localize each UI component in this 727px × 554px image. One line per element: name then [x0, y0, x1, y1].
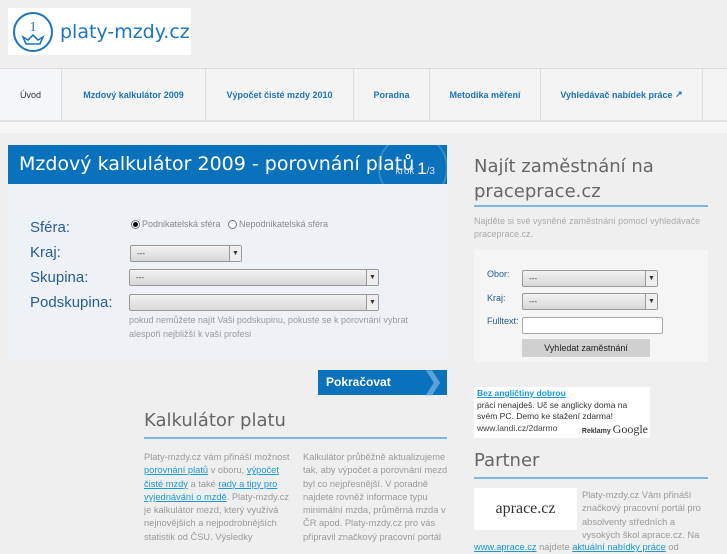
fulltext-label: Fulltext:: [487, 316, 519, 326]
step-total: /3: [426, 166, 435, 177]
chevron-down-icon: ▼: [366, 270, 378, 285]
nav-poradna[interactable]: Poradna: [354, 69, 430, 120]
radio-podnikatelska[interactable]: Podnikatelská sféra: [131, 219, 221, 229]
chevron-down-icon: ▼: [229, 246, 241, 261]
chevron-down-icon: ▼: [366, 295, 378, 310]
continue-label: Pokračovat: [326, 375, 391, 389]
step-word: krok: [395, 166, 415, 177]
fulltext-input[interactable]: [522, 317, 663, 334]
calculator-title: Mzdový kalkulátor 2009 - porovnání platů: [19, 153, 415, 175]
partner-text: Platy-mzdy.cz Vám přináší značkový praco…: [582, 490, 701, 540]
kraj-label: Kraj:: [30, 244, 61, 261]
skupina-value: ---: [136, 273, 144, 282]
google-logo: Google: [612, 421, 648, 436]
job-offers-link[interactable]: aktuální nabídky práce: [572, 542, 666, 552]
kraj-value: ---: [529, 297, 537, 306]
link-porovnani-platu[interactable]: porovnání platů: [144, 465, 208, 475]
text: a také: [187, 478, 219, 489]
aprace-link[interactable]: www.aprace.cz: [474, 542, 537, 552]
podskupina-hint: pokud nemůžete najít Vaši podskupinu, po…: [129, 315, 409, 339]
calculator-header: Mzdový kalkulátor 2009 - porovnání platů…: [8, 145, 447, 184]
chevron-down-icon: ▼: [645, 294, 657, 309]
about-column-1: Platy-mzdy.cz vám přináší možnost porovn…: [144, 451, 294, 544]
radio-checked-icon: [131, 219, 140, 229]
nav-vypocet-ciste-mzdy[interactable]: Výpočet čisté mzdy 2010: [206, 69, 354, 120]
google-ad[interactable]: Bez angličtiny dobrou práci nenajdeš. Uč…: [474, 387, 650, 438]
aprace-logo-text: aprace.cz: [495, 500, 556, 517]
about-column-2: Kalkulátor průběžně aktualizujeme tak, a…: [303, 452, 448, 542]
ad-title-link[interactable]: Bez angličtiny dobrou: [477, 388, 566, 398]
podskupina-label: Podskupina:: [30, 294, 113, 311]
ads-by-google[interactable]: Reklamy Google: [581, 421, 648, 437]
kraj-label: Kraj:: [487, 293, 506, 303]
nav-uvod[interactable]: Úvod: [0, 69, 62, 120]
kraj-select[interactable]: --- ▼: [130, 245, 242, 262]
radio-label: Nepodnikatelská sféra: [239, 219, 329, 229]
partner-title: Partner: [474, 450, 540, 471]
logo-text: platy-mzdy.cz: [60, 20, 190, 43]
ad-text: práci nenajdeš. Uč se anglicky doma na s…: [477, 399, 628, 422]
nav-mzdovy-kalkulator[interactable]: Mzdový kalkulátor 2009: [62, 69, 206, 120]
external-link-icon: ↗: [675, 89, 683, 99]
site-logo[interactable]: 1 platy-mzdy.cz: [8, 8, 191, 55]
chevron-right-icon: ❯: [422, 368, 443, 395]
ad-url[interactable]: www.landi.cz/2darmo: [477, 423, 557, 433]
skupina-label: Skupina:: [30, 269, 89, 286]
nav-metodika[interactable]: Metodika měření: [430, 69, 541, 120]
main-nav: Úvod Mzdový kalkulátor 2009 Výpočet čist…: [0, 68, 727, 122]
sfera-label: Sféra:: [30, 219, 71, 236]
radio-unchecked-icon: [228, 219, 237, 229]
divider: [144, 437, 447, 439]
nav-shadow: [0, 122, 727, 133]
job-search-form: Obor: Kraj: Fulltext: --- ▼ --- ▼ Vyhledat…: [474, 250, 708, 362]
step-number: 1: [417, 159, 427, 178]
step-indicator: krok 1/3: [396, 159, 436, 179]
text: Platy-mzdy.cz vám přináší možnost: [144, 452, 290, 462]
podskupina-select[interactable]: ▼: [129, 294, 379, 311]
jobs-description: Najděte si své vysněné zaměstnání pomocí…: [474, 216, 701, 239]
about-title: Kalkulátor platu: [144, 410, 286, 431]
search-jobs-button[interactable]: Vyhledat zaměstnání: [522, 339, 650, 357]
obor-value: ---: [529, 274, 537, 283]
calculator-form: Sféra: Kraj: Skupina: Podskupina: Podnik…: [8, 184, 447, 360]
radio-label: Podnikatelská sféra: [142, 219, 221, 229]
svg-text:1: 1: [30, 20, 37, 35]
obor-select[interactable]: --- ▼: [522, 270, 658, 287]
chevron-down-icon: ▼: [645, 271, 657, 286]
text: od: [665, 542, 679, 552]
partner-text-2: www.aprace.cz najdete aktuální nabídky p…: [474, 541, 724, 554]
divider: [474, 477, 708, 479]
kraj-value: ---: [137, 249, 145, 258]
jobs-title: Najít zaměstnání na praceprace.cz: [474, 156, 654, 202]
job-kraj-select[interactable]: --- ▼: [522, 293, 658, 310]
divider: [474, 205, 708, 207]
radio-nepodnikatelska[interactable]: Nepodnikatelská sféra: [228, 219, 328, 229]
text: najdete: [536, 542, 573, 552]
ad-label: Reklamy: [581, 427, 611, 435]
continue-button[interactable]: Pokračovat ❯: [318, 370, 447, 395]
obor-label: Obor:: [487, 269, 510, 279]
aprace-logo[interactable]: aprace.cz: [474, 488, 577, 530]
nav-vyhledavac-label: Vyhledávač nabídek práce: [560, 89, 673, 100]
skupina-select[interactable]: --- ▼: [129, 269, 379, 286]
crown-logo-icon: 1: [13, 11, 53, 52]
nav-vyhledavac[interactable]: Vyhledávač nabídek práce ↗: [541, 69, 703, 120]
text: v oboru,: [208, 465, 247, 476]
